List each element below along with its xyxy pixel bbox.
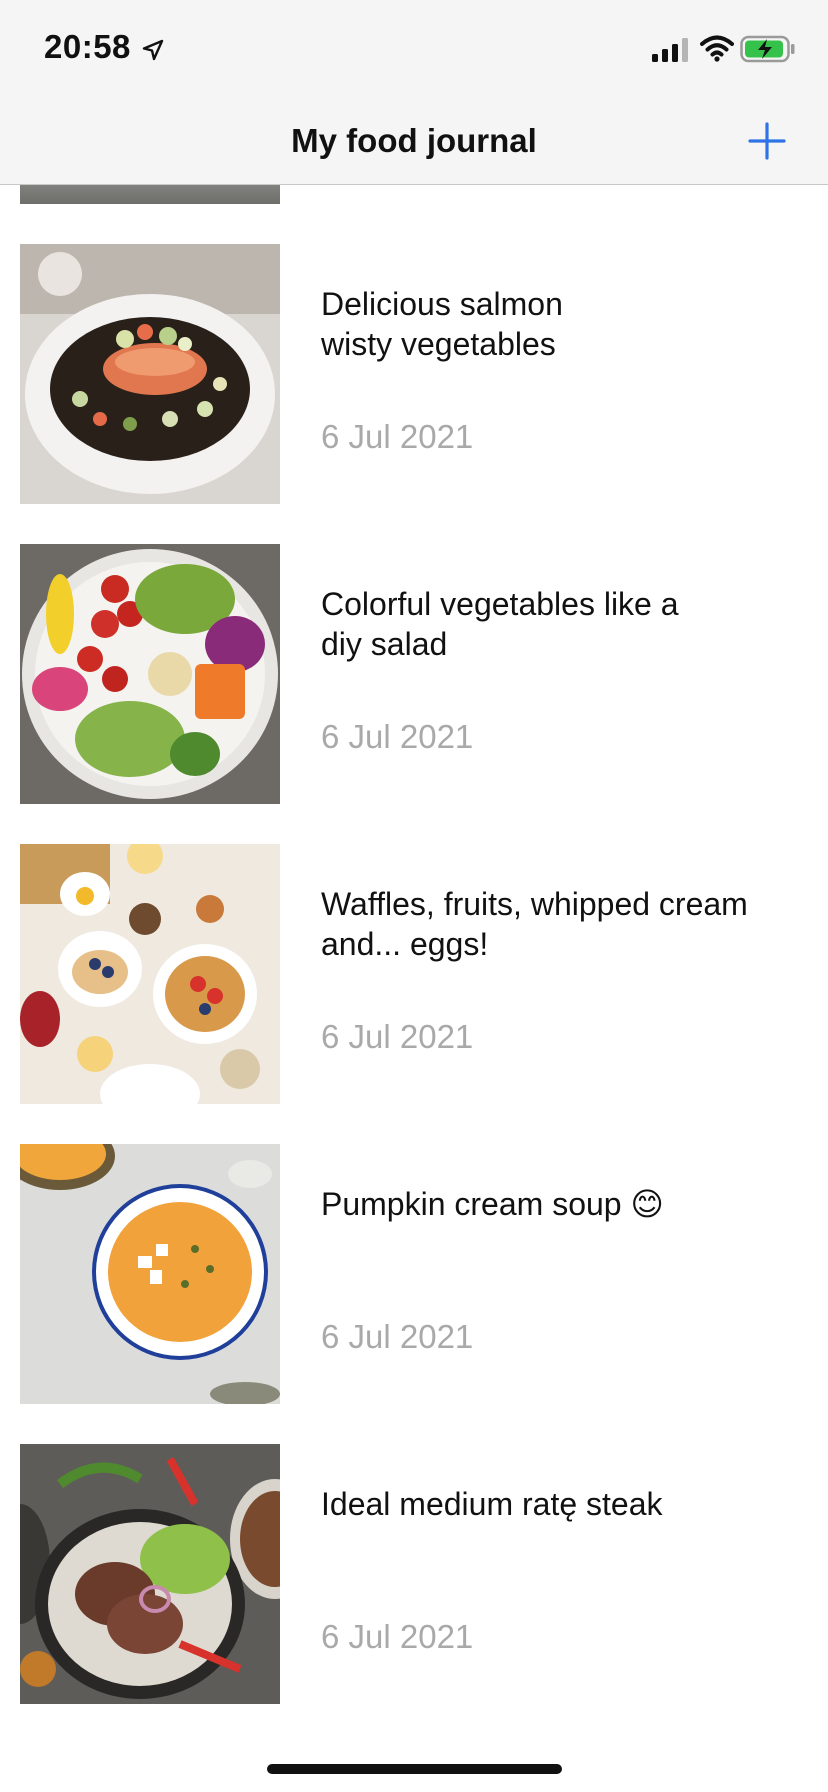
entry-title: Waffles, fruits, whipped cream and... eg…: [321, 886, 748, 962]
navigation-bar: My food journal: [0, 100, 828, 184]
add-entry-button[interactable]: [742, 116, 792, 166]
list-item[interactable]: Ideal medium ratę steak 6 Jul 2021: [0, 1444, 828, 1704]
entry-title: Colorful vegetables like a diy salad: [321, 586, 679, 662]
entry-thumbnail: [20, 1444, 280, 1704]
battery-charging-icon: [740, 35, 795, 63]
entry-date: 6 Jul 2021: [321, 718, 474, 755]
entry-date: 6 Jul 2021: [321, 418, 474, 455]
entry-title: Ideal medium ratę steak: [321, 1486, 663, 1522]
entry-title: Pumpkin cream soup 😊: [321, 1186, 664, 1222]
entry-thumbnail: [20, 1144, 280, 1404]
plus-icon: [748, 122, 786, 160]
entry-date: 6 Jul 2021: [321, 1318, 474, 1355]
list-item[interactable]: Pumpkin cream soup 😊 6 Jul 2021: [0, 1144, 828, 1404]
status-time: 20:58: [44, 28, 131, 65]
journal-list[interactable]: Delicious salmon wisty vegetables 6 Jul …: [0, 0, 828, 1792]
entry-thumbnail: [20, 844, 280, 1104]
page-title: My food journal: [291, 122, 537, 159]
list-item[interactable]: Waffles, fruits, whipped cream and... eg…: [0, 844, 828, 1104]
entry-date: 6 Jul 2021: [321, 1018, 474, 1055]
home-indicator[interactable]: [267, 1764, 562, 1774]
status-bar: 20:58: [0, 0, 828, 100]
entry-title: Delicious salmon wisty vegetables: [321, 286, 563, 362]
cellular-signal-icon: [652, 38, 688, 62]
list-item[interactable]: Delicious salmon wisty vegetables 6 Jul …: [0, 244, 828, 504]
list-item[interactable]: Colorful vegetables like a diy salad 6 J…: [0, 544, 828, 804]
food-journal-screen: Delicious salmon wisty vegetables 6 Jul …: [0, 0, 828, 1792]
wifi-icon: [700, 35, 734, 62]
entry-thumbnail: [20, 244, 280, 504]
entry-thumbnail: [20, 544, 280, 804]
entry-date: 6 Jul 2021: [321, 1618, 474, 1655]
location-arrow-icon: [142, 39, 164, 61]
top-bar: 20:58 My food journal: [0, 0, 828, 185]
